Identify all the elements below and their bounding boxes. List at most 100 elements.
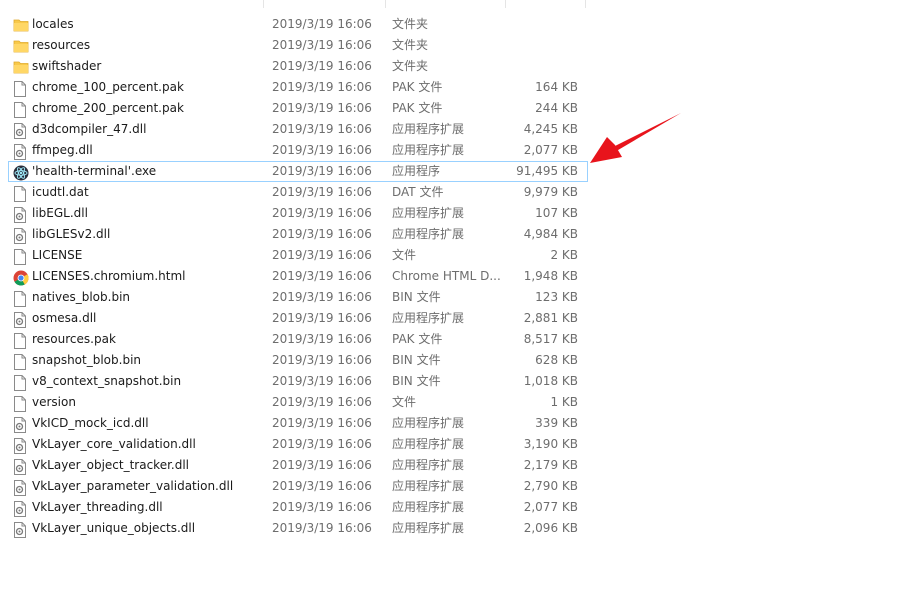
file-row[interactable]: snapshot_blob.bin 2019/3/19 16:06 BIN 文件 62…	[8, 350, 588, 371]
file-type: 应用程序扩展	[392, 500, 465, 514]
file-date: 2019/3/19 16:06	[272, 479, 372, 493]
file-type: 应用程序扩展	[392, 479, 465, 493]
file-name: chrome_200_percent.pak	[32, 101, 184, 115]
arrow-shaft	[611, 113, 681, 153]
file-size: 2,096 KB	[523, 521, 578, 535]
file-date: 2019/3/19 16:06	[272, 458, 372, 472]
file-size: 3,190 KB	[523, 437, 578, 451]
dll-icon	[13, 480, 29, 496]
file-size: 339 KB	[535, 416, 578, 430]
file-type: BIN 文件	[392, 374, 441, 388]
file-row[interactable]: VkLayer_parameter_validation.dll 2019/3/1…	[8, 476, 588, 497]
file-row[interactable]: 'health-terminal'.exe 2019/3/19 16:06 应用程序…	[8, 161, 588, 182]
file-type: 应用程序扩展	[392, 122, 465, 136]
file-row[interactable]: v8_context_snapshot.bin 2019/3/19 16:06 BI…	[8, 371, 588, 392]
file-date: 2019/3/19 16:06	[272, 38, 372, 52]
file-row[interactable]: resources.pak 2019/3/19 16:06 PAK 文件 8,517 …	[8, 329, 588, 350]
file-date: 2019/3/19 16:06	[272, 248, 372, 262]
file-row[interactable]: resources 2019/3/19 16:06 文件夹	[8, 35, 588, 56]
file-type: BIN 文件	[392, 290, 441, 304]
file-row[interactable]: VkLayer_object_tracker.dll 2019/3/19 16:0…	[8, 455, 588, 476]
file-type: 文件夹	[392, 59, 429, 73]
file-date: 2019/3/19 16:06	[272, 500, 372, 514]
file-date: 2019/3/19 16:06	[272, 521, 372, 535]
file-row[interactable]: chrome_100_percent.pak 2019/3/19 16:06 PAK…	[8, 77, 588, 98]
file-size: 2,881 KB	[523, 311, 578, 325]
file-size: 628 KB	[535, 353, 578, 367]
file-date: 2019/3/19 16:06	[272, 437, 372, 451]
file-row[interactable]: locales 2019/3/19 16:06 文件夹	[8, 14, 588, 35]
file-date: 2019/3/19 16:06	[272, 227, 372, 241]
file-name: VkLayer_threading.dll	[32, 500, 163, 514]
file-type: 应用程序扩展	[392, 311, 465, 325]
file-size: 4,984 KB	[523, 227, 578, 241]
file-date: 2019/3/19 16:06	[272, 185, 372, 199]
file-date: 2019/3/19 16:06	[272, 374, 372, 388]
file-size: 2,790 KB	[523, 479, 578, 493]
column-separator[interactable]	[263, 0, 264, 8]
file-size: 2 KB	[550, 248, 578, 262]
file-type: 应用程序扩展	[392, 521, 465, 535]
file-size: 9,979 KB	[523, 185, 578, 199]
file-date: 2019/3/19 16:06	[272, 332, 372, 346]
file-size: 1,948 KB	[523, 269, 578, 283]
dll-icon	[13, 438, 29, 454]
file-row[interactable]: natives_blob.bin 2019/3/19 16:06 BIN 文件 123…	[8, 287, 588, 308]
red-arrow-annotation	[590, 113, 681, 163]
file-icon	[13, 396, 29, 412]
file-name: icudtl.dat	[32, 185, 89, 199]
file-date: 2019/3/19 16:06	[272, 395, 372, 409]
column-separator[interactable]	[505, 0, 506, 8]
file-type: 文件夹	[392, 17, 429, 31]
file-name: libGLESv2.dll	[32, 227, 111, 241]
file-type: 应用程序扩展	[392, 206, 465, 220]
file-size: 91,495 KB	[516, 164, 578, 178]
file-row[interactable]: VkLayer_threading.dll 2019/3/19 16:06 应用程序…	[8, 497, 588, 518]
file-type: BIN 文件	[392, 353, 441, 367]
dll-icon	[13, 123, 29, 139]
file-name: version	[32, 395, 76, 409]
file-row[interactable]: VkLayer_unique_objects.dll 2019/3/19 16:0…	[8, 518, 588, 539]
file-name: 'health-terminal'.exe	[32, 164, 157, 178]
dll-icon	[13, 501, 29, 517]
file-size: 1 KB	[550, 395, 578, 409]
file-row[interactable]: LICENSES.chromium.html 2019/3/19 16:06 Chr…	[8, 266, 588, 287]
file-row[interactable]: osmesa.dll 2019/3/19 16:06 应用程序扩展 2,881 KB	[8, 308, 588, 329]
file-type: PAK 文件	[392, 80, 443, 94]
file-row[interactable]: libGLESv2.dll 2019/3/19 16:06 应用程序扩展 4,984 …	[8, 224, 588, 245]
file-date: 2019/3/19 16:06	[272, 416, 372, 430]
file-row[interactable]: libEGL.dll 2019/3/19 16:06 应用程序扩展 107 KB	[8, 203, 588, 224]
file-date: 2019/3/19 16:06	[272, 206, 372, 220]
file-type: 应用程序扩展	[392, 437, 465, 451]
file-icon	[13, 186, 29, 202]
file-type: 文件夹	[392, 38, 429, 52]
file-row[interactable]: VkICD_mock_icd.dll 2019/3/19 16:06 应用程序扩展 3…	[8, 413, 588, 434]
file-name: VkICD_mock_icd.dll	[32, 416, 149, 430]
file-list: locales 2019/3/19 16:06 文件夹 resources 2019/3…	[8, 14, 588, 539]
file-row[interactable]: LICENSE 2019/3/19 16:06 文件 2 KB	[8, 245, 588, 266]
file-name: natives_blob.bin	[32, 290, 131, 304]
column-separator[interactable]	[585, 0, 586, 8]
dll-icon	[13, 417, 29, 433]
file-row[interactable]: icudtl.dat 2019/3/19 16:06 DAT 文件 9,979 KB	[8, 182, 588, 203]
file-row[interactable]: ffmpeg.dll 2019/3/19 16:06 应用程序扩展 2,077 KB	[8, 140, 588, 161]
column-separator[interactable]	[385, 0, 386, 8]
file-name: locales	[32, 17, 74, 31]
file-row[interactable]: d3dcompiler_47.dll 2019/3/19 16:06 应用程序扩展 4…	[8, 119, 588, 140]
file-date: 2019/3/19 16:06	[272, 122, 372, 136]
file-date: 2019/3/19 16:06	[272, 59, 372, 73]
folder-icon	[13, 60, 29, 75]
file-date: 2019/3/19 16:06	[272, 17, 372, 31]
file-row[interactable]: chrome_200_percent.pak 2019/3/19 16:06 PAK…	[8, 98, 588, 119]
file-row[interactable]: VkLayer_core_validation.dll 2019/3/19 16:…	[8, 434, 588, 455]
file-name: resources	[32, 38, 91, 52]
file-type: Chrome HTML D...	[392, 269, 501, 283]
dll-icon	[13, 522, 29, 538]
dll-icon	[13, 228, 29, 244]
file-date: 2019/3/19 16:06	[272, 269, 372, 283]
file-type: PAK 文件	[392, 332, 443, 346]
file-icon	[13, 81, 29, 97]
file-row[interactable]: version 2019/3/19 16:06 文件 1 KB	[8, 392, 588, 413]
file-row[interactable]: swiftshader 2019/3/19 16:06 文件夹	[8, 56, 588, 77]
file-size: 164 KB	[535, 80, 578, 94]
